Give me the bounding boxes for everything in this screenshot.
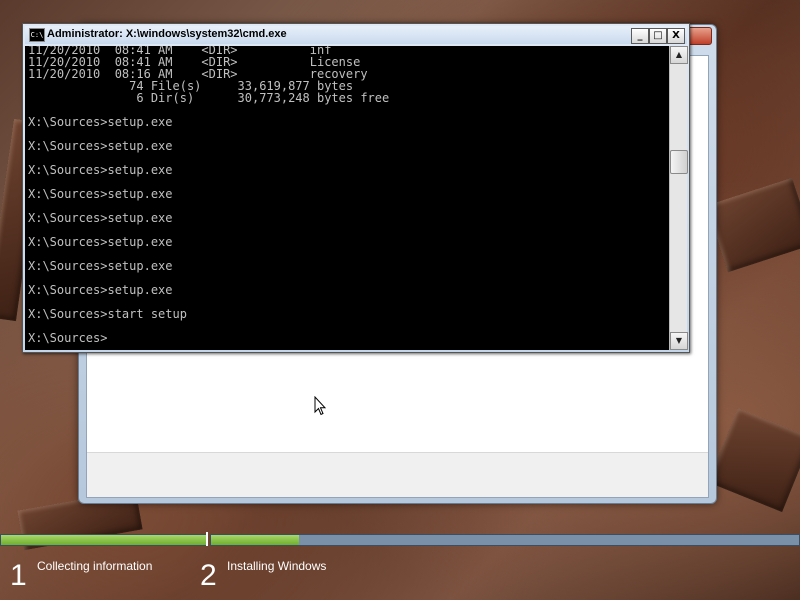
- console-line: X:\Sources>setup.exe: [28, 187, 173, 201]
- cmd-window-title: Administrator: X:\windows\system32\cmd.e…: [47, 28, 287, 40]
- console-line: X:\Sources>start setup: [28, 307, 187, 321]
- console-line: X:\Sources>setup.exe: [28, 139, 173, 153]
- console-text: 11/20/2010 08:41 AM <DIR> inf 11/20/2010 …: [25, 46, 669, 344]
- close-button[interactable]: X: [667, 28, 685, 44]
- step-number: 1: [10, 559, 27, 592]
- console-line: X:\Sources>setup.exe: [28, 211, 173, 225]
- background-chocolate: [706, 177, 800, 273]
- console-output[interactable]: 11/20/2010 08:41 AM <DIR> inf 11/20/2010 …: [25, 46, 669, 350]
- step-number: 2: [200, 559, 217, 592]
- command-prompt-window[interactable]: C:\ Administrator: X:\windows\system32\c…: [22, 23, 690, 353]
- scrollbar-thumb[interactable]: [670, 150, 688, 174]
- cmd-icon[interactable]: C:\: [29, 28, 45, 42]
- scroll-up-arrow-icon[interactable]: ▲: [670, 46, 688, 64]
- vertical-scrollbar[interactable]: ▲ ▼: [669, 46, 688, 350]
- setup-footer: [87, 452, 708, 497]
- console-line: X:\Sources>: [28, 331, 108, 345]
- console-line: X:\Sources>setup.exe: [28, 163, 173, 177]
- mouse-pointer-icon: [314, 396, 326, 416]
- progress-divider: [206, 532, 208, 546]
- background-chocolate: [707, 407, 800, 513]
- setup-progress-bar: [0, 532, 800, 546]
- progress-fill-collecting: [1, 535, 207, 545]
- console-line: X:\Sources>setup.exe: [28, 259, 173, 273]
- scroll-down-arrow-icon[interactable]: ▼: [670, 332, 688, 350]
- cmd-titlebar[interactable]: C:\ Administrator: X:\windows\system32\c…: [25, 26, 687, 44]
- console-line: X:\Sources>setup.exe: [28, 235, 173, 249]
- progress-segment-installing: [210, 534, 800, 546]
- console-line: X:\Sources>setup.exe: [28, 115, 173, 129]
- progress-fill-installing: [211, 535, 300, 545]
- progress-segment-collecting: [0, 534, 208, 546]
- maximize-button[interactable]: □: [649, 28, 667, 44]
- console-line: 6 Dir(s) 30,773,248 bytes free: [28, 91, 390, 105]
- step-label: Installing Windows: [227, 559, 327, 573]
- minimize-button[interactable]: _: [631, 28, 649, 44]
- step-label: Collecting information: [37, 559, 153, 573]
- console-line: X:\Sources>setup.exe: [28, 283, 173, 297]
